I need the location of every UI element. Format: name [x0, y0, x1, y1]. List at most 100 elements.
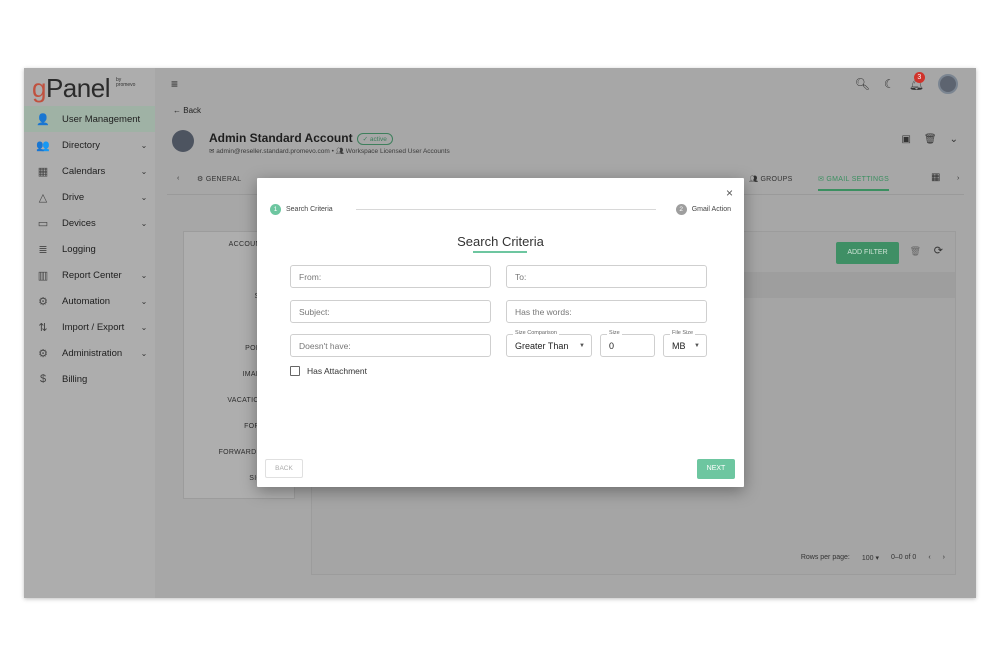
- refresh-icon[interactable]: ⟳: [934, 244, 943, 257]
- sidebar-item-label: Billing: [62, 373, 88, 385]
- admin-gears-icon: ⚙: [38, 347, 48, 360]
- account-avatar: [172, 130, 194, 152]
- chevron-down-icon: ⌄: [140, 348, 148, 358]
- sidebar-item-label: Administration: [62, 347, 123, 359]
- has-words-field[interactable]: [506, 300, 707, 323]
- list-icon: ≣: [38, 243, 48, 256]
- tab-scroll-left[interactable]: ‹: [177, 175, 180, 182]
- sidebar-item-label: Import / Export: [62, 321, 125, 333]
- sidebar-item-label: Logging: [62, 243, 96, 255]
- tab-general[interactable]: ⚙ GENERAL: [197, 175, 241, 183]
- person-icon: 👤: [36, 113, 50, 126]
- page-range: 0–0 of 0: [891, 554, 917, 561]
- sidebar-item-label: Calendars: [62, 165, 106, 177]
- sidebar-item-label: User Management: [62, 113, 141, 125]
- chevron-down-icon: ⌄: [140, 192, 148, 202]
- expand-chevron-icon[interactable]: ⌄: [950, 134, 958, 145]
- subject-field[interactable]: [290, 300, 491, 323]
- sidebar-item-drive[interactable]: △ Drive ⌄: [24, 184, 155, 210]
- to-field[interactable]: [506, 265, 707, 288]
- dark-mode-icon[interactable]: ☾: [884, 77, 895, 91]
- people-icon: 👥: [36, 139, 50, 152]
- file-size-select[interactable]: File Size MB ▼: [663, 330, 707, 357]
- calendar-icon: ▦: [37, 165, 49, 178]
- chevron-down-icon: ⌄: [140, 322, 148, 332]
- add-filter-button[interactable]: ADD FILTER: [836, 242, 899, 264]
- sidebar-item-import-export[interactable]: ⇅ Import / Export ⌄: [24, 314, 155, 340]
- from-input[interactable]: [291, 266, 490, 287]
- step-2-dot: 2: [675, 204, 687, 215]
- notification-badge: 3: [913, 72, 925, 83]
- gpanel-logo[interactable]: gPanel: [32, 73, 110, 104]
- prev-page-icon[interactable]: ‹: [928, 554, 930, 562]
- pagination: Rows per page: 100 ▾ 0–0 of 0 ‹ ›: [801, 554, 945, 562]
- sidebar-item-automation[interactable]: ⚙ Automation ⌄: [24, 288, 155, 314]
- step-1-dot: 1: [270, 204, 281, 215]
- rows-per-page-label: Rows per page:: [800, 554, 850, 561]
- step-search-criteria[interactable]: 1 Search Criteria: [270, 204, 333, 215]
- back-button[interactable]: BACK: [265, 459, 303, 478]
- user-avatar[interactable]: [938, 74, 958, 94]
- next-button[interactable]: NEXT: [697, 459, 735, 479]
- file-size-label: File Size: [670, 330, 696, 336]
- size-comparison-select[interactable]: Size Comparison Greater Than ▼: [506, 330, 592, 357]
- tab-groups[interactable]: 👥︎ GROUPS: [749, 175, 793, 183]
- sidebar: gPanel by promevo 👤 User Management 👥 Direct…: [24, 68, 155, 598]
- doesnt-have-input[interactable]: [291, 335, 490, 356]
- has-attachment-label: Has Attachment: [307, 366, 368, 376]
- sidebar-item-billing[interactable]: $ Billing: [24, 366, 155, 392]
- has-words-input[interactable]: [507, 301, 706, 322]
- chart-icon: ▥: [37, 269, 49, 282]
- sidebar-item-label: Drive: [62, 191, 85, 203]
- filter-modal: × 1 Search Criteria 2 Gmail Action Searc…: [257, 178, 744, 487]
- sidebar-item-devices[interactable]: ▭ Devices ⌄: [24, 210, 155, 236]
- menu-icon[interactable]: ≡: [171, 77, 178, 91]
- delete-account-icon[interactable]: 🗑︎: [924, 134, 937, 145]
- swap-icon: ⇅: [38, 321, 48, 334]
- stepper-line: [356, 209, 656, 210]
- account-header: Admin Standard Account ✓ active ✉ admin@r…: [167, 126, 964, 160]
- rows-per-page-select[interactable]: 100 ▾: [862, 554, 879, 562]
- tab-scroll-right[interactable]: ›: [957, 175, 960, 182]
- step-gmail-action[interactable]: 2 Gmail Action: [675, 204, 731, 215]
- size-comparison-value: Greater Than: [515, 341, 569, 351]
- sidebar-item-logging[interactable]: ≣ Logging: [24, 236, 155, 262]
- back-link[interactable]: ← Back: [173, 106, 201, 115]
- file-size-value: MB: [672, 341, 686, 351]
- subject-input[interactable]: [291, 301, 490, 322]
- chevron-down-icon: ⌄: [140, 296, 148, 306]
- doesnt-have-field[interactable]: [290, 334, 491, 357]
- search-icon[interactable]: 🔍︎: [855, 77, 870, 91]
- sidebar-item-user-management[interactable]: 👤 User Management: [24, 106, 155, 132]
- has-attachment-row[interactable]: Has Attachment: [290, 366, 367, 376]
- sidebar-item-directory[interactable]: 👥 Directory ⌄: [24, 132, 155, 158]
- next-page-icon[interactable]: ›: [943, 554, 945, 562]
- sidebar-nav: 👤 User Management 👥 Directory ⌄ ▦ Calendars ⌄ △ D…: [24, 106, 155, 392]
- to-input[interactable]: [507, 266, 706, 287]
- chevron-down-icon: ▼: [579, 343, 585, 349]
- dollar-icon: $: [39, 373, 47, 385]
- size-field[interactable]: Size 0: [600, 330, 655, 357]
- devices-icon: ▭: [37, 217, 49, 230]
- logo-byline: by promevo: [116, 77, 136, 88]
- calendar-tab-icon[interactable]: ▦: [931, 172, 941, 183]
- sidebar-item-label: Automation: [62, 295, 111, 307]
- size-label: Size: [607, 330, 622, 336]
- account-actions: ▣ 🗑︎ ⌄: [901, 134, 958, 145]
- sidebar-item-calendars[interactable]: ▦ Calendars ⌄: [24, 158, 155, 184]
- sidebar-item-report-center[interactable]: ▥ Report Center ⌄: [24, 262, 155, 288]
- size-comparison-label: Size Comparison: [513, 330, 559, 336]
- close-icon[interactable]: ×: [726, 186, 733, 200]
- top-bar: ≡ 🔍︎ ☾ 🔔︎ 3: [155, 68, 976, 100]
- top-actions: 🔍︎ ☾ 🔔︎ 3: [855, 72, 958, 94]
- has-attachment-checkbox[interactable]: [290, 366, 300, 376]
- chevron-down-icon: ⌄: [140, 140, 148, 150]
- delete-filter-icon[interactable]: 🗑︎: [910, 246, 921, 257]
- sidebar-item-administration[interactable]: ⚙ Administration ⌄: [24, 340, 155, 366]
- report-icon[interactable]: ▣: [901, 134, 910, 145]
- modal-stepper: 1 Search Criteria 2 Gmail Action: [270, 204, 731, 218]
- tab-gmail-settings[interactable]: ✉ GMAIL SETTINGS: [818, 175, 890, 191]
- from-field[interactable]: [290, 265, 491, 288]
- notifications-bell-icon[interactable]: 🔔︎ 3: [909, 72, 925, 91]
- gears-icon: ⚙: [38, 295, 48, 308]
